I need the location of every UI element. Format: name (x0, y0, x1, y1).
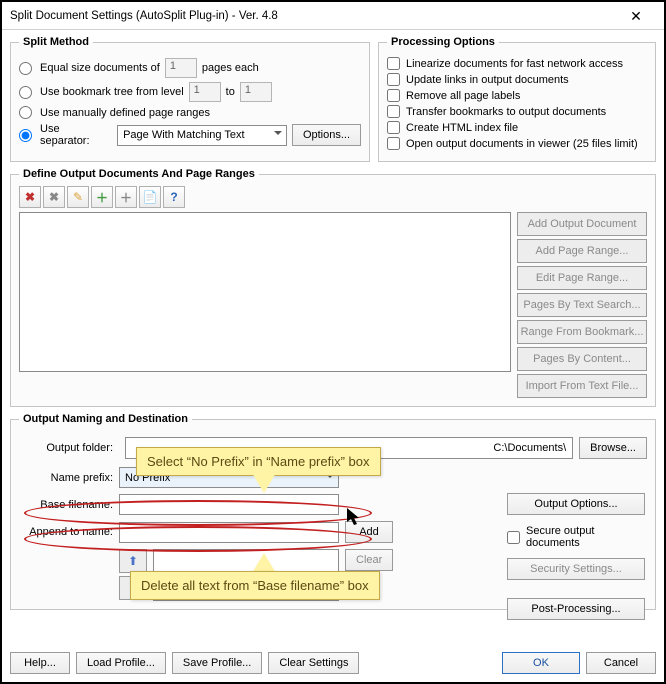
move-up-button[interactable]: ⬆ (119, 549, 147, 573)
processing-legend: Processing Options (387, 36, 499, 48)
pages-by-content-button[interactable]: Pages By Content... (517, 347, 647, 371)
separator-options-button[interactable]: Options... (292, 124, 361, 146)
label-open-viewer: Open output documents in viewer (25 file… (406, 138, 638, 150)
append-input[interactable] (119, 522, 339, 543)
load-profile-button[interactable]: Load Profile... (76, 652, 166, 674)
callout-base: Delete all text from “Base filename” box (130, 571, 380, 600)
add-grey-icon[interactable]: ＋ (115, 186, 137, 208)
delete-icon[interactable]: ✖ (19, 186, 41, 208)
label-bookmark-to: to (226, 86, 235, 98)
label-separator: Use separator: (40, 123, 112, 147)
label-equal-size: Equal size documents of (40, 62, 160, 74)
label-equal-suffix: pages each (202, 62, 259, 74)
save-profile-button[interactable]: Save Profile... (172, 652, 262, 674)
define-output-group: Define Output Documents And Page Ranges … (10, 168, 656, 407)
add-page-range-button[interactable]: Add Page Range... (517, 239, 647, 263)
check-secure-output[interactable] (507, 531, 520, 544)
clear-settings-button[interactable]: Clear Settings (268, 652, 359, 674)
edit-page-range-button[interactable]: Edit Page Range... (517, 266, 647, 290)
check-remove-labels[interactable] (387, 89, 400, 102)
append-clear-button[interactable]: Clear (345, 549, 393, 571)
radio-equal-size[interactable] (19, 62, 32, 75)
output-documents-list[interactable] (19, 212, 511, 372)
range-from-bookmark-button[interactable]: Range From Bookmark... (517, 320, 647, 344)
label-secure-output: Secure output documents (526, 525, 645, 549)
base-filename-label: Base filename: (19, 499, 119, 511)
check-linearize[interactable] (387, 57, 400, 70)
cancel-button[interactable]: Cancel (586, 652, 656, 674)
radio-bookmark[interactable] (19, 86, 32, 99)
bookmark-to-input[interactable]: 1 (240, 82, 272, 102)
name-prefix-label: Name prefix: (19, 472, 119, 484)
split-method-legend: Split Method (19, 36, 93, 48)
label-create-html: Create HTML index file (406, 122, 518, 134)
security-settings-button[interactable]: Security Settings... (507, 558, 645, 580)
append-label: Append to name: (19, 526, 119, 538)
label-bookmark: Use bookmark tree from level (40, 86, 184, 98)
processing-options-group: Processing Options Linearize documents f… (378, 36, 656, 162)
label-remove-labels: Remove all page labels (406, 90, 520, 102)
check-create-html[interactable] (387, 121, 400, 134)
base-filename-input[interactable] (119, 494, 339, 515)
label-update-links: Update links in output documents (406, 74, 569, 86)
callout-prefix: Select “No Prefix” in “Name prefix” box (136, 447, 381, 476)
radio-separator[interactable] (19, 129, 32, 142)
callout-base-pointer (252, 553, 276, 573)
output-folder-label: Output folder: (41, 442, 119, 454)
output-options-button[interactable]: Output Options... (507, 493, 645, 515)
label-transfer-bookmarks: Transfer bookmarks to output documents (406, 106, 606, 118)
add-output-document-button[interactable]: Add Output Document (517, 212, 647, 236)
label-manual: Use manually defined page ranges (40, 107, 210, 119)
split-method-group: Split Method Equal size documents of 1 p… (10, 36, 370, 162)
define-legend: Define Output Documents And Page Ranges (19, 168, 259, 180)
post-processing-button[interactable]: Post-Processing... (507, 598, 645, 620)
radio-manual[interactable] (19, 106, 32, 119)
check-update-links[interactable] (387, 73, 400, 86)
close-icon[interactable]: ✕ (616, 5, 656, 27)
output-legend: Output Naming and Destination (19, 413, 192, 425)
label-linearize: Linearize documents for fast network acc… (406, 58, 623, 70)
equal-pages-input[interactable]: 1 (165, 58, 197, 78)
edit-icon[interactable]: ✎ (67, 186, 89, 208)
callout-prefix-pointer (252, 473, 276, 493)
help-icon[interactable]: ? (163, 186, 185, 208)
ok-button[interactable]: OK (502, 652, 580, 674)
help-button[interactable]: Help... (10, 652, 70, 674)
check-open-viewer[interactable] (387, 137, 400, 150)
bookmark-from-input[interactable]: 1 (189, 82, 221, 102)
add-green-icon[interactable]: ＋ (91, 186, 113, 208)
import-from-text-button[interactable]: Import From Text File... (517, 374, 647, 398)
delete-all-icon[interactable]: ✖ (43, 186, 65, 208)
pages-by-text-search-button[interactable]: Pages By Text Search... (517, 293, 647, 317)
import-icon[interactable]: 📄 (139, 186, 161, 208)
window-title: Split Document Settings (AutoSplit Plug-… (10, 10, 616, 22)
separator-dropdown[interactable]: Page With Matching Text (117, 125, 287, 146)
check-transfer-bookmarks[interactable] (387, 105, 400, 118)
append-add-button[interactable]: Add (345, 521, 393, 543)
browse-button[interactable]: Browse... (579, 437, 647, 459)
